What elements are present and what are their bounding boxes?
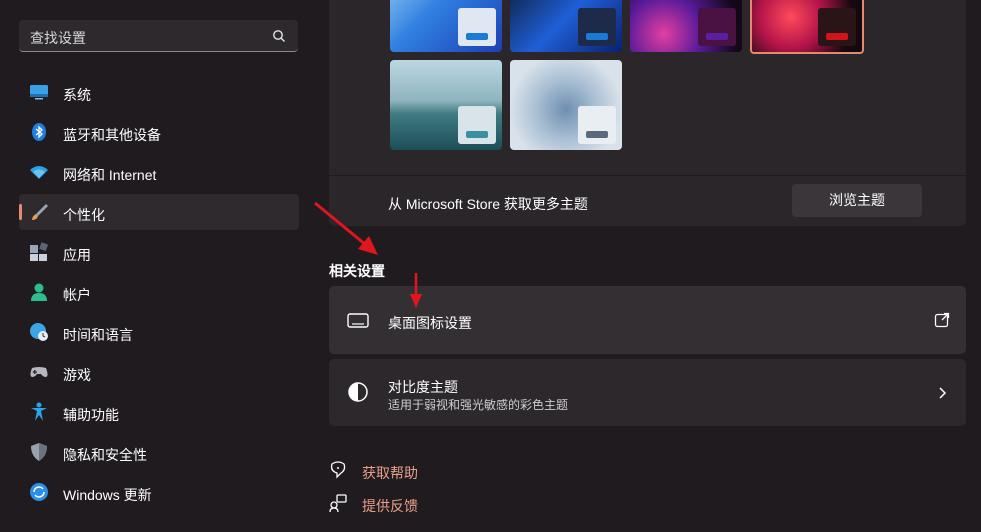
- contrast-themes-card[interactable]: 对比度主题 适用于弱视和强光敏感的彩色主题: [329, 359, 966, 426]
- sidebar-item-personalization[interactable]: 个性化: [19, 194, 299, 230]
- theme-taskbar-preview: [458, 8, 496, 46]
- get-help-label: 获取帮助: [362, 465, 418, 481]
- theme-thumbnail[interactable]: [390, 0, 502, 52]
- sidebar-item-system[interactable]: 系统: [19, 74, 299, 110]
- gamepad-icon: [30, 367, 48, 377]
- monitor-icon: [30, 85, 48, 100]
- open-external-icon[interactable]: [934, 312, 950, 328]
- help-icon: [330, 461, 346, 479]
- sidebar-item-windows-update[interactable]: Windows 更新: [19, 474, 299, 510]
- theme-taskbar-preview: [578, 106, 616, 144]
- store-themes-text: 从 Microsoft Store 获取更多主题: [388, 196, 588, 212]
- sidebar-item-label: Windows 更新: [63, 487, 152, 503]
- monitor-outline-icon: [347, 313, 369, 328]
- contrast-themes-label: 对比度主题: [388, 379, 458, 395]
- sidebar-item-apps[interactable]: 应用: [19, 234, 299, 270]
- shield-icon: [31, 443, 47, 461]
- sidebar-item-privacy[interactable]: 隐私和安全性: [19, 434, 299, 470]
- browse-themes-button[interactable]: 浏览主题: [792, 184, 922, 217]
- bluetooth-icon: [32, 123, 46, 141]
- sidebar-item-network[interactable]: 网络和 Internet: [19, 154, 299, 190]
- sidebar-item-time-language[interactable]: 时间和语言: [19, 314, 299, 350]
- sidebar-item-bluetooth[interactable]: 蓝牙和其他设备: [19, 114, 299, 150]
- sidebar-item-label: 辅助功能: [63, 407, 119, 423]
- sidebar-item-label: 系统: [63, 87, 91, 103]
- sidebar-item-label: 游戏: [63, 367, 91, 383]
- sidebar-item-label: 个性化: [63, 207, 105, 223]
- theme-thumbnail[interactable]: [390, 60, 502, 150]
- sidebar-nav: 系统 蓝牙和其他设备 网络和 Internet 个性化 应用 帐户 时间和语言 …: [19, 74, 299, 514]
- theme-taskbar-preview: [818, 8, 856, 46]
- apps-icon: [30, 242, 49, 261]
- brush-icon: [32, 204, 48, 220]
- search-box[interactable]: 查找设置: [19, 20, 298, 52]
- main-content: 从 Microsoft Store 获取更多主题 浏览主题 相关设置 桌面图标设…: [310, 0, 981, 532]
- sidebar-item-accounts[interactable]: 帐户: [19, 274, 299, 310]
- chevron-right-icon[interactable]: [934, 385, 950, 401]
- search-icon[interactable]: [272, 29, 286, 43]
- sidebar-item-label: 帐户: [63, 287, 91, 303]
- search-input[interactable]: 查找设置: [30, 28, 86, 48]
- sidebar-item-label: 网络和 Internet: [63, 167, 157, 183]
- account-icon: [31, 283, 47, 301]
- related-settings-title: 相关设置: [329, 263, 385, 279]
- sidebar-item-label: 时间和语言: [63, 327, 133, 343]
- get-help-link[interactable]: 获取帮助: [329, 460, 529, 481]
- contrast-icon: [348, 382, 368, 402]
- give-feedback-link[interactable]: 提供反馈: [329, 493, 529, 514]
- divider: [329, 175, 966, 176]
- sidebar-item-label: 隐私和安全性: [63, 447, 147, 463]
- desktop-icon-settings-card[interactable]: 桌面图标设置: [329, 286, 966, 354]
- desktop-icon-settings-label: 桌面图标设置: [388, 315, 472, 331]
- sidebar: 查找设置 系统 蓝牙和其他设备 网络和 Internet 个性化 应用 帐户 时…: [0, 0, 310, 532]
- sidebar-item-label: 应用: [63, 247, 91, 263]
- theme-taskbar-preview: [578, 8, 616, 46]
- theme-thumbnail[interactable]: [510, 60, 622, 150]
- contrast-themes-description: 适用于弱视和强光敏感的彩色主题: [388, 398, 569, 412]
- wifi-icon: [30, 166, 48, 179]
- sidebar-item-accessibility[interactable]: 辅助功能: [19, 394, 299, 430]
- theme-taskbar-preview: [698, 8, 736, 46]
- globe-clock-icon: [30, 323, 48, 341]
- update-icon: [30, 483, 48, 501]
- accessibility-icon: [31, 402, 47, 421]
- sidebar-item-label: 蓝牙和其他设备: [63, 127, 161, 143]
- theme-thumbnail-selected[interactable]: [750, 0, 864, 54]
- active-indicator: [19, 204, 22, 220]
- give-feedback-label: 提供反馈: [362, 498, 418, 514]
- theme-thumbnail[interactable]: [510, 0, 622, 52]
- feedback-icon: [329, 494, 347, 512]
- theme-thumbnail[interactable]: [630, 0, 742, 52]
- sidebar-item-gaming[interactable]: 游戏: [19, 354, 299, 390]
- theme-taskbar-preview: [458, 106, 496, 144]
